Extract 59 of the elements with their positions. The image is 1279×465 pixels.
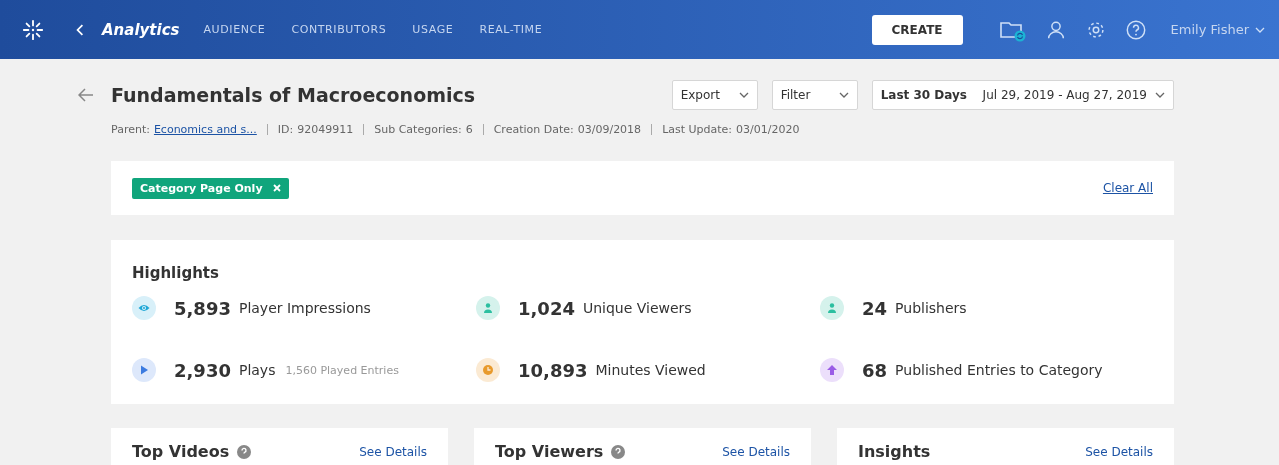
help-icon[interactable] xyxy=(237,445,252,459)
stat-label: Unique Viewers xyxy=(582,300,692,316)
stat-value: 1,024 xyxy=(518,297,575,319)
nav-tab[interactable]: REAL-TIME xyxy=(479,23,543,36)
date-range-dropdown[interactable]: Last 30 Days Jul 29, 2019 - Aug 27, 2019 xyxy=(871,80,1174,110)
person-icon xyxy=(820,296,844,320)
play-icon xyxy=(132,358,156,382)
nav-tab[interactable]: CONTRIBUTORS xyxy=(291,23,387,36)
stat-value: 68 xyxy=(862,359,888,381)
see-details-link[interactable]: See Details xyxy=(359,445,427,459)
card-title: Insights xyxy=(858,442,931,461)
card-title: Top Videos xyxy=(132,442,230,461)
person-icon xyxy=(476,296,500,320)
back-icon[interactable] xyxy=(76,23,84,36)
help-icon[interactable] xyxy=(611,445,626,459)
meta-label: Creation Date: xyxy=(493,123,574,136)
meta-value: 03/09/2018 xyxy=(577,123,642,136)
help-icon[interactable] xyxy=(1124,18,1147,41)
chevron-down-icon xyxy=(1155,92,1165,98)
see-details-link[interactable]: See Details xyxy=(1085,445,1153,459)
filter-tag: Category Page Only xyxy=(132,177,289,199)
meta-value: 92049911 xyxy=(297,123,354,136)
stat-label: Minutes Viewed xyxy=(595,362,706,378)
eye-icon xyxy=(132,296,156,320)
stat-value: 2,930 xyxy=(174,359,231,381)
meta-label: ID: xyxy=(277,123,294,136)
section-title: Analytics xyxy=(102,20,180,39)
meta-label: Sub Categories: xyxy=(374,123,462,136)
stat-label: Publishers xyxy=(895,300,967,316)
upload-icon xyxy=(820,358,844,382)
clock-icon xyxy=(476,358,500,382)
logo-icon[interactable] xyxy=(22,18,44,41)
card-title: Top Viewers xyxy=(495,442,604,461)
stat-label: Published Entries to Category xyxy=(895,362,1103,378)
stat-label: Player Impressions xyxy=(238,300,371,316)
page-title: Fundamentals of Macroeconomics xyxy=(111,84,476,106)
clear-all-link[interactable]: Clear All xyxy=(1102,181,1153,195)
create-button[interactable]: CREATE xyxy=(871,14,963,45)
nav-tab[interactable]: USAGE xyxy=(412,23,454,36)
panel-title: Highlights xyxy=(132,264,220,282)
chevron-down-icon xyxy=(1255,26,1265,33)
parent-link[interactable]: Economics and s... xyxy=(153,123,257,136)
export-dropdown[interactable]: Export xyxy=(671,80,758,110)
meta-label: Last Update: xyxy=(662,123,733,136)
see-details-link[interactable]: See Details xyxy=(722,445,790,459)
stat-value: 24 xyxy=(862,297,888,319)
chevron-down-icon xyxy=(838,92,849,98)
stat-label: Plays xyxy=(238,362,276,378)
meta-value: 6 xyxy=(465,123,473,136)
stat-subtext: 1,560 Played Entries xyxy=(285,363,399,377)
meta-label: Parent: xyxy=(111,123,150,136)
stat-value: 5,893 xyxy=(174,297,231,319)
meta-value: 03/01/2020 xyxy=(736,123,800,136)
stat-value: 10,893 xyxy=(518,359,588,381)
nav-tab[interactable]: AUDIENCE xyxy=(203,23,266,36)
filter-dropdown[interactable]: Filter xyxy=(771,80,858,110)
remove-icon[interactable] xyxy=(272,184,281,192)
chevron-down-icon xyxy=(738,92,749,98)
back-arrow-icon[interactable] xyxy=(78,88,94,102)
